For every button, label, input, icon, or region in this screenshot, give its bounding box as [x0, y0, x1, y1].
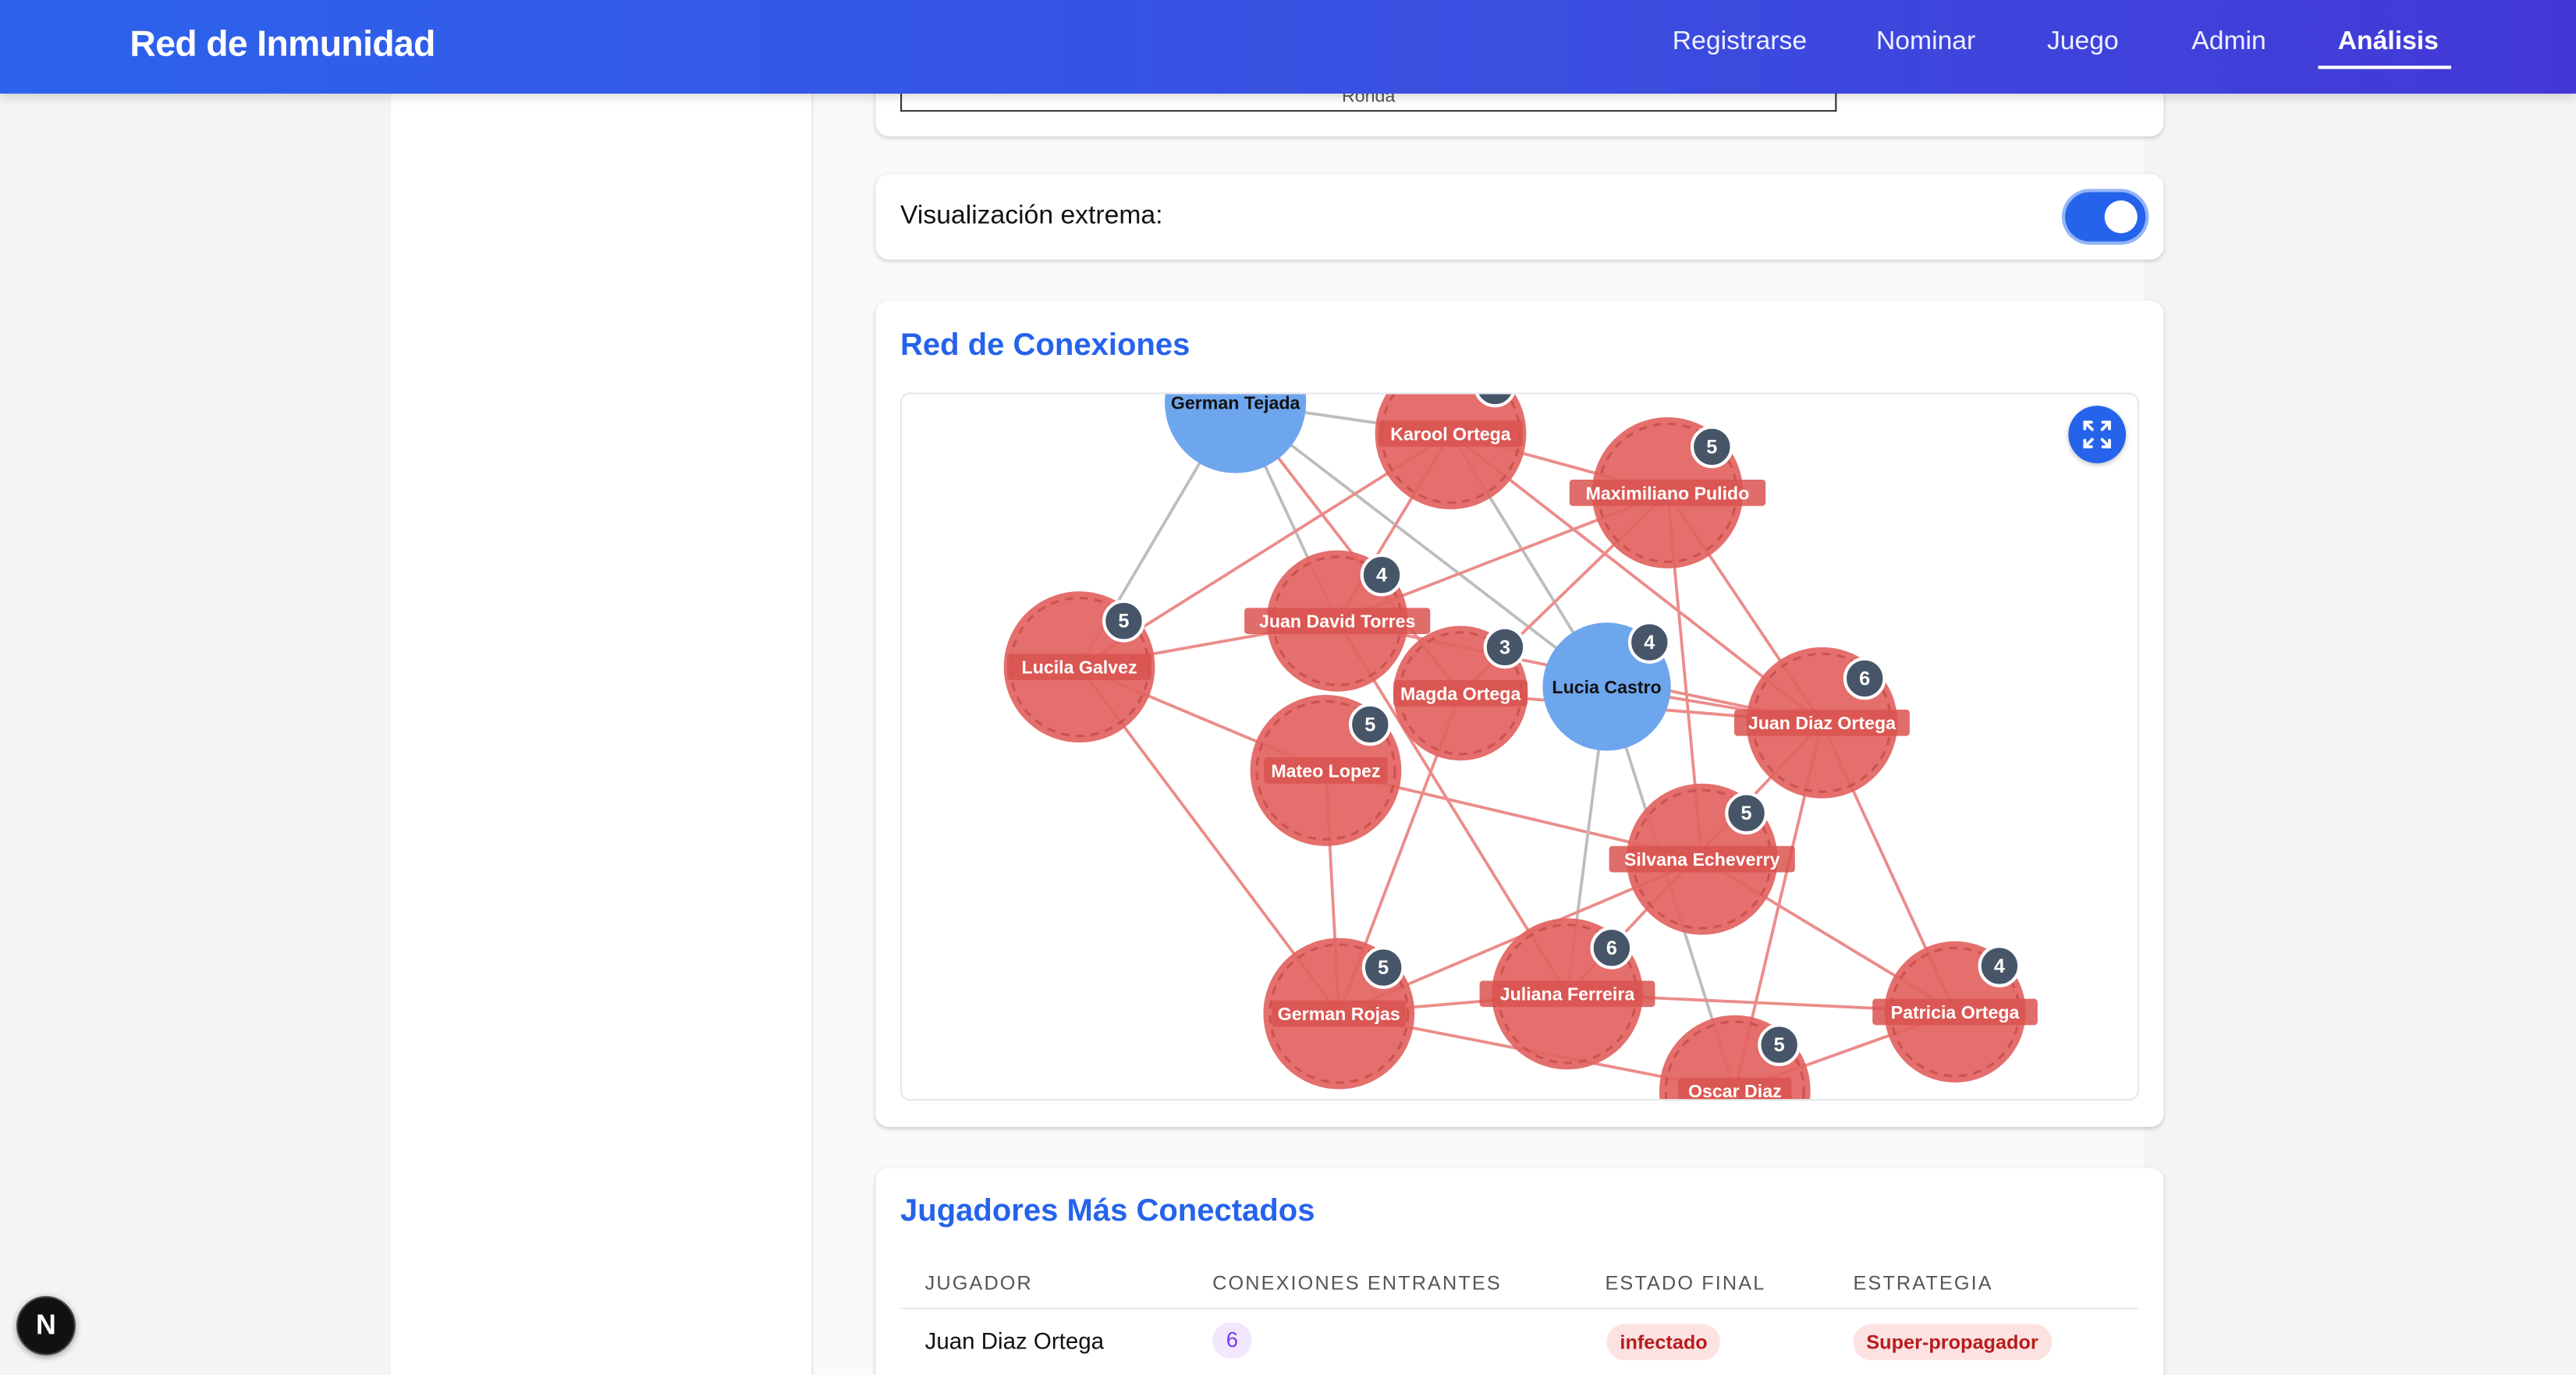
nav-analisis[interactable]: Análisis	[2338, 28, 2439, 58]
node-label-juan-david-torres: Juan David Torres	[1259, 611, 1415, 632]
toggle-knob	[2104, 200, 2138, 234]
extreme-visualization-toggle[interactable]	[2065, 192, 2146, 242]
node-label-oscar-diaz: Oscar Diaz	[1688, 1081, 1782, 1100]
nav-admin[interactable]: Admin	[2191, 28, 2266, 58]
node-label-german-rojas: German Rojas	[1278, 1004, 1400, 1024]
nav-active-indicator	[2318, 66, 2452, 69]
degree-badge-text-patricia-ortega: 4	[1994, 955, 2005, 977]
degree-badge-text-maximiliano-pulido: 5	[1706, 436, 1717, 458]
incoming-count-badge: 6	[1212, 1322, 1252, 1359]
table-header-player: JUGADOR	[924, 1271, 1033, 1295]
node-label-silvana-echeverry: Silvana Echeverry	[1624, 849, 1780, 870]
nav-registrarse[interactable]: Registrarse	[1673, 28, 1807, 58]
nextjs-dev-badge[interactable]: N	[16, 1295, 76, 1356]
node-label-german-tejada: German Tejada	[1171, 395, 1301, 413]
node-label-magda-ortega: Magda Ortega	[1400, 683, 1522, 703]
network-graph[interactable]: German Tejada Karool Ortega Maximiliano Pu…	[900, 392, 2139, 1101]
table-header-incoming: CONEXIONES ENTRANTES	[1212, 1271, 1502, 1295]
node-label-juan-diaz-ortega: Juan Diaz Ortega	[1748, 713, 1897, 733]
table-divider	[900, 1307, 2139, 1309]
sidebar	[391, 94, 814, 1375]
network-graph-svg: German Tejada Karool Ortega Maximiliano Pu…	[1003, 394, 2038, 1100]
table-header-strategy: ESTRATEGIA	[1853, 1271, 1993, 1295]
final-state-badge: infectado	[1606, 1324, 1721, 1361]
degree-badge-text-juan-david-torres: 4	[1376, 565, 1387, 587]
degree-badge-text-oscar-diaz: 5	[1774, 1034, 1785, 1056]
table-header-final-state: ESTADO FINAL	[1605, 1271, 1766, 1295]
degree-badge-text-silvana-echeverry: 5	[1741, 803, 1752, 824]
degree-badge-text-mateo-lopez: 5	[1364, 714, 1375, 735]
app-title[interactable]: Red de Inmunidad	[130, 23, 435, 66]
strategy-badge: Super-propagador	[1853, 1324, 2052, 1361]
top-players-title: Jugadores Más Conectados	[900, 1194, 1315, 1229]
network-title: Red de Conexiones	[900, 328, 1190, 363]
node-label-patricia-ortega: Patricia Ortega	[1891, 1002, 2021, 1022]
top-navbar: Red de Inmunidad Registrarse Nominar Jue…	[0, 0, 2576, 94]
node-label-mateo-lopez: Mateo Lopez	[1271, 760, 1380, 781]
node-karool-ortega[interactable]	[1375, 394, 1527, 509]
player-name-cell: Juan Diaz Ortega	[924, 1327, 1105, 1354]
nav-nominar[interactable]: Nominar	[1876, 28, 1975, 58]
node-label-juliana-ferreira: Juliana Ferreira	[1500, 984, 1636, 1005]
nav-juego[interactable]: Juego	[2047, 28, 2119, 58]
degree-badge-text-german-rojas: 5	[1378, 957, 1389, 979]
app-window: Red de Inmunidad Registrarse Nominar Jue…	[0, 0, 2576, 1375]
node-label-maximiliano-pulido: Maximiliano Pulido	[1586, 483, 1750, 503]
degree-badge-text-juan-diaz-ortega: 6	[1859, 668, 1870, 689]
degree-badge-text-lucila-galvez: 5	[1118, 611, 1129, 633]
node-label-lucia-castro: Lucia Castro	[1552, 677, 1661, 697]
degree-badge-text-juliana-ferreira: 6	[1606, 937, 1617, 959]
node-label-karool-ortega: Karool Ortega	[1390, 423, 1512, 444]
degree-badge-text-lucia-castro: 4	[1644, 632, 1655, 654]
degree-badge-text-magda-ortega: 3	[1499, 636, 1510, 658]
expand-icon	[2083, 420, 2111, 448]
fullscreen-button[interactable]	[2068, 406, 2127, 463]
extreme-visualization-label: Visualización extrema:	[900, 202, 1163, 230]
node-label-lucila-galvez: Lucila Galvez	[1022, 657, 1137, 678]
